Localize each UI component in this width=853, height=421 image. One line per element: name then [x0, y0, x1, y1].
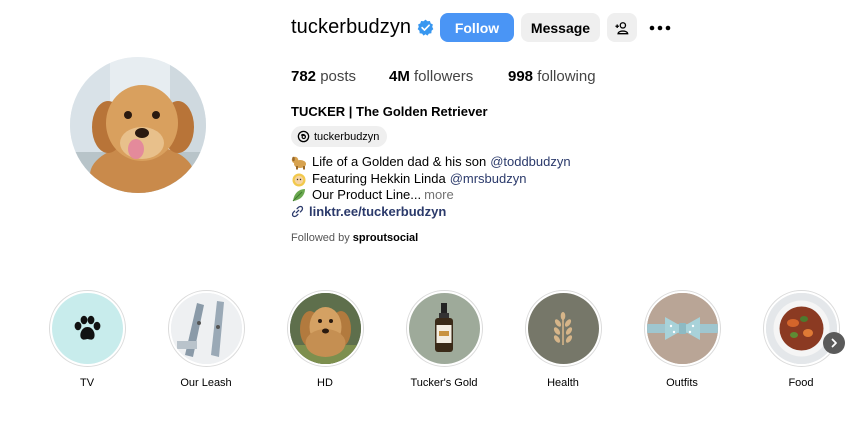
highlight-label: Health: [547, 377, 579, 389]
bio-line-1-text: Life of a Golden dad & his son: [312, 154, 487, 169]
profile-header: tuckerbudzyn: [291, 13, 434, 42]
paw-print-icon: [74, 315, 101, 340]
golden-retriever-photo: [70, 57, 206, 193]
followed-by[interactable]: Followed by sproutsocial: [291, 232, 418, 244]
more-options-button[interactable]: [645, 13, 675, 42]
posts-count: 782: [291, 68, 317, 85]
highlight-cover: [408, 293, 480, 364]
highlights-next-button[interactable]: [823, 332, 845, 354]
highlight-ring: [48, 290, 126, 367]
highlight-cover: [646, 293, 718, 364]
follow-button[interactable]: Follow: [440, 13, 514, 42]
bottle-photo: [435, 302, 453, 352]
bio-link-line: linktr.ee/tuckerbudzyn: [291, 204, 571, 221]
chevron-right-icon: [831, 338, 837, 348]
bio-line-3-text: Our Product Line...: [312, 187, 422, 202]
woman-emoji-icon: [292, 173, 306, 187]
full-name: TUCKER | The Golden Retriever: [291, 104, 488, 119]
add-user-icon: [615, 21, 629, 34]
highlight-label: Food: [788, 377, 814, 389]
highlight-label: Our Leash: [180, 377, 232, 389]
followers-label: followers: [414, 68, 474, 85]
highlight-label: TV: [79, 377, 95, 389]
wheat-icon: [553, 311, 573, 345]
leash-photo: [170, 293, 242, 364]
highlight-label: Outfits: [666, 377, 698, 389]
bio-line-2-text: Featuring Hekkin Linda: [312, 170, 446, 186]
highlight-cover: [527, 293, 599, 364]
posts-label: posts: [320, 68, 357, 85]
mention-mrsbudzyn[interactable]: @mrsbudzyn: [450, 171, 527, 188]
threads-link[interactable]: tuckerbudzyn: [291, 126, 388, 147]
threads-icon: [297, 130, 310, 143]
following-count: 998: [508, 68, 534, 85]
suggested-users-button[interactable]: [607, 13, 637, 42]
highlight-ring: [167, 290, 245, 367]
bio-line-3: Our Product Line... more: [291, 187, 571, 204]
more-options-icon: [649, 25, 671, 30]
highlight-ring: [762, 290, 840, 367]
highlight-cover: [289, 293, 361, 364]
highlight-outfits[interactable]: Outfits: [643, 290, 721, 389]
highlight-label: Tucker's Gold: [410, 377, 478, 389]
bio-more-button[interactable]: more: [424, 187, 454, 204]
message-button[interactable]: Message: [521, 13, 600, 42]
highlight-ring: [524, 290, 602, 367]
followers-count: 4M: [389, 68, 410, 85]
highlight-cover: [170, 293, 242, 364]
highlight-tv[interactable]: TV: [48, 290, 126, 389]
highlight-our-leash[interactable]: Our Leash: [167, 290, 245, 389]
leaf-emoji-icon: [292, 189, 305, 202]
bio-line-2: Featuring Hekkin Linda @mrsbudzyn: [291, 171, 571, 188]
verified-badge-icon: [417, 19, 434, 36]
followed-by-user: sproutsocial: [352, 232, 419, 244]
following-label: following: [537, 68, 596, 85]
dog-emoji-icon: [291, 157, 306, 170]
highlight-ring: [286, 290, 364, 367]
highlight-cover: [51, 293, 123, 364]
highlight-health[interactable]: Health: [524, 290, 602, 389]
username: tuckerbudzyn: [291, 16, 412, 38]
profile-bio: Life of a Golden dad & his son @toddbudz…: [291, 154, 571, 220]
highlight-ring: [405, 290, 483, 367]
posts-stat: 782 posts: [291, 68, 356, 85]
followed-by-prefix: Followed by: [291, 232, 350, 244]
link-icon: [291, 206, 304, 218]
following-stat[interactable]: 998 following: [508, 68, 596, 85]
highlight-hd[interactable]: HD: [286, 290, 364, 389]
dog-photo: [289, 293, 361, 364]
food-bowl-photo: [765, 293, 837, 364]
external-link[interactable]: linktr.ee/tuckerbudzyn: [309, 204, 446, 221]
bio-line-1: Life of a Golden dad & his son @toddbudz…: [291, 154, 571, 171]
bow-tie-photo: [646, 293, 718, 364]
mention-toddbudzyn[interactable]: @toddbudzyn: [490, 154, 570, 171]
highlight-cover: [765, 293, 837, 364]
followers-stat[interactable]: 4M followers: [389, 68, 473, 85]
highlight-tuckers-gold[interactable]: Tucker's Gold: [405, 290, 483, 389]
threads-handle: tuckerbudzyn: [314, 130, 380, 143]
highlight-ring: [643, 290, 721, 367]
profile-avatar[interactable]: [70, 57, 206, 193]
highlight-label: HD: [317, 377, 333, 389]
